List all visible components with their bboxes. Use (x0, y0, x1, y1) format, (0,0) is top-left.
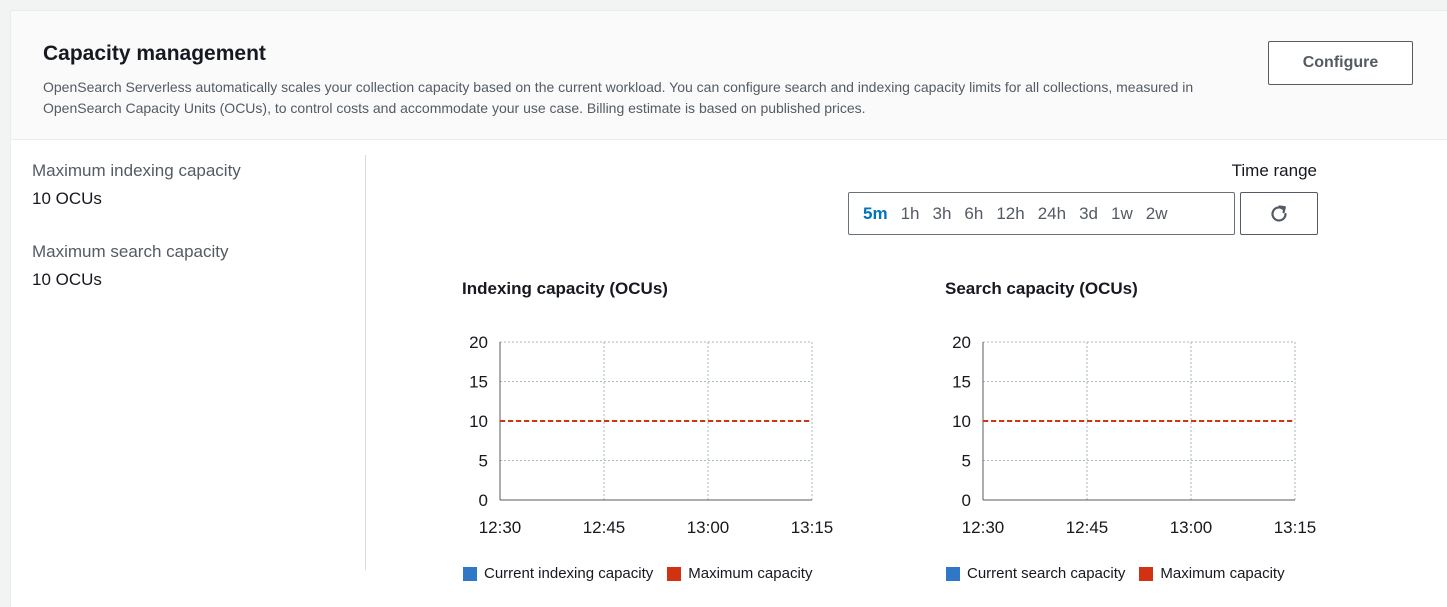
summary-label: Maximum search capacity (32, 242, 229, 261)
y-tick-label: 5 (479, 452, 488, 471)
range-option-3h[interactable]: 3h (933, 204, 952, 224)
legend-label: Current search capacity (967, 565, 1126, 582)
legend-label: Maximum capacity (688, 565, 813, 582)
search-chart-title: Search capacity (OCUs) (945, 279, 1138, 298)
configure-button[interactable]: Configure (1268, 41, 1413, 85)
x-tick-label: 13:00 (1170, 518, 1213, 537)
y-tick-label: 0 (479, 491, 488, 510)
column-divider (365, 155, 366, 570)
y-tick-label: 15 (469, 373, 488, 392)
summary-value: 10 OCUs (32, 270, 102, 289)
legend-item-maximum[interactable]: Maximum capacity (1139, 565, 1285, 582)
x-tick-label: 13:15 (1274, 518, 1317, 537)
range-option-1w[interactable]: 1w (1111, 204, 1133, 224)
range-option-5m[interactable]: 5m (863, 204, 888, 224)
legend-swatch-maximum (1139, 566, 1154, 581)
panel-description: OpenSearch Serverless automatically scal… (43, 79, 1194, 116)
range-option-12h[interactable]: 12h (996, 204, 1024, 224)
legend-label: Maximum capacity (1160, 565, 1285, 582)
legend-label: Current indexing capacity (484, 565, 654, 582)
y-tick-label: 10 (469, 412, 488, 431)
legend-item-current[interactable]: Current search capacity (946, 565, 1125, 582)
x-tick-label: 12:30 (962, 518, 1005, 537)
y-tick-label: 5 (962, 452, 971, 471)
legend-swatch-current (946, 566, 960, 581)
panel-title: Capacity management (43, 42, 266, 65)
legend-item-maximum[interactable]: Maximum capacity (667, 565, 812, 582)
y-tick-label: 0 (962, 491, 971, 510)
search-capacity-chart: 0 5 10 15 20 12:30 12:45 13:00 13:15 (952, 333, 1317, 537)
x-tick-label: 13:15 (791, 518, 834, 537)
legend-item-current[interactable]: Current indexing capacity (463, 565, 653, 582)
y-tick-label: 10 (952, 412, 971, 431)
range-option-2w[interactable]: 2w (1146, 204, 1168, 224)
panel-header: Capacity management OpenSearch Serverles… (11, 11, 1447, 140)
y-tick-label: 15 (952, 373, 971, 392)
summary-indexing: Maximum indexing capacity 10 OCUs (32, 160, 352, 210)
y-tick-label: 20 (952, 333, 971, 352)
refresh-button[interactable] (1240, 192, 1318, 235)
legend-swatch-current (463, 566, 477, 581)
summary-value: 10 OCUs (32, 189, 102, 208)
range-option-1h[interactable]: 1h (901, 204, 920, 224)
x-tick-label: 12:45 (583, 518, 626, 537)
summary-search: Maximum search capacity 10 OCUs (32, 241, 352, 291)
x-tick-label: 12:45 (1066, 518, 1109, 537)
capacity-summary: Maximum indexing capacity 10 OCUs Maximu… (32, 160, 352, 322)
time-range-selector: 5m 1h 3h 6h 12h 24h 3d 1w 2w (848, 192, 1235, 235)
range-option-6h[interactable]: 6h (964, 204, 983, 224)
refresh-icon (1271, 204, 1287, 222)
y-tick-label: 20 (469, 333, 488, 352)
time-range-label: Time range (1231, 161, 1317, 180)
range-option-3d[interactable]: 3d (1079, 204, 1098, 224)
summary-label: Maximum indexing capacity (32, 161, 241, 180)
search-chart-legend: Current search capacity Maximum capacity (946, 565, 1299, 582)
indexing-capacity-chart: 0 5 10 15 20 12:30 12:45 13:00 13:15 (469, 333, 834, 537)
range-option-24h[interactable]: 24h (1038, 204, 1066, 224)
indexing-chart-legend: Current indexing capacity Maximum capaci… (463, 565, 826, 582)
indexing-chart-title: Indexing capacity (OCUs) (462, 279, 668, 298)
legend-swatch-maximum (667, 566, 682, 581)
x-tick-label: 13:00 (687, 518, 730, 537)
x-tick-label: 12:30 (479, 518, 522, 537)
